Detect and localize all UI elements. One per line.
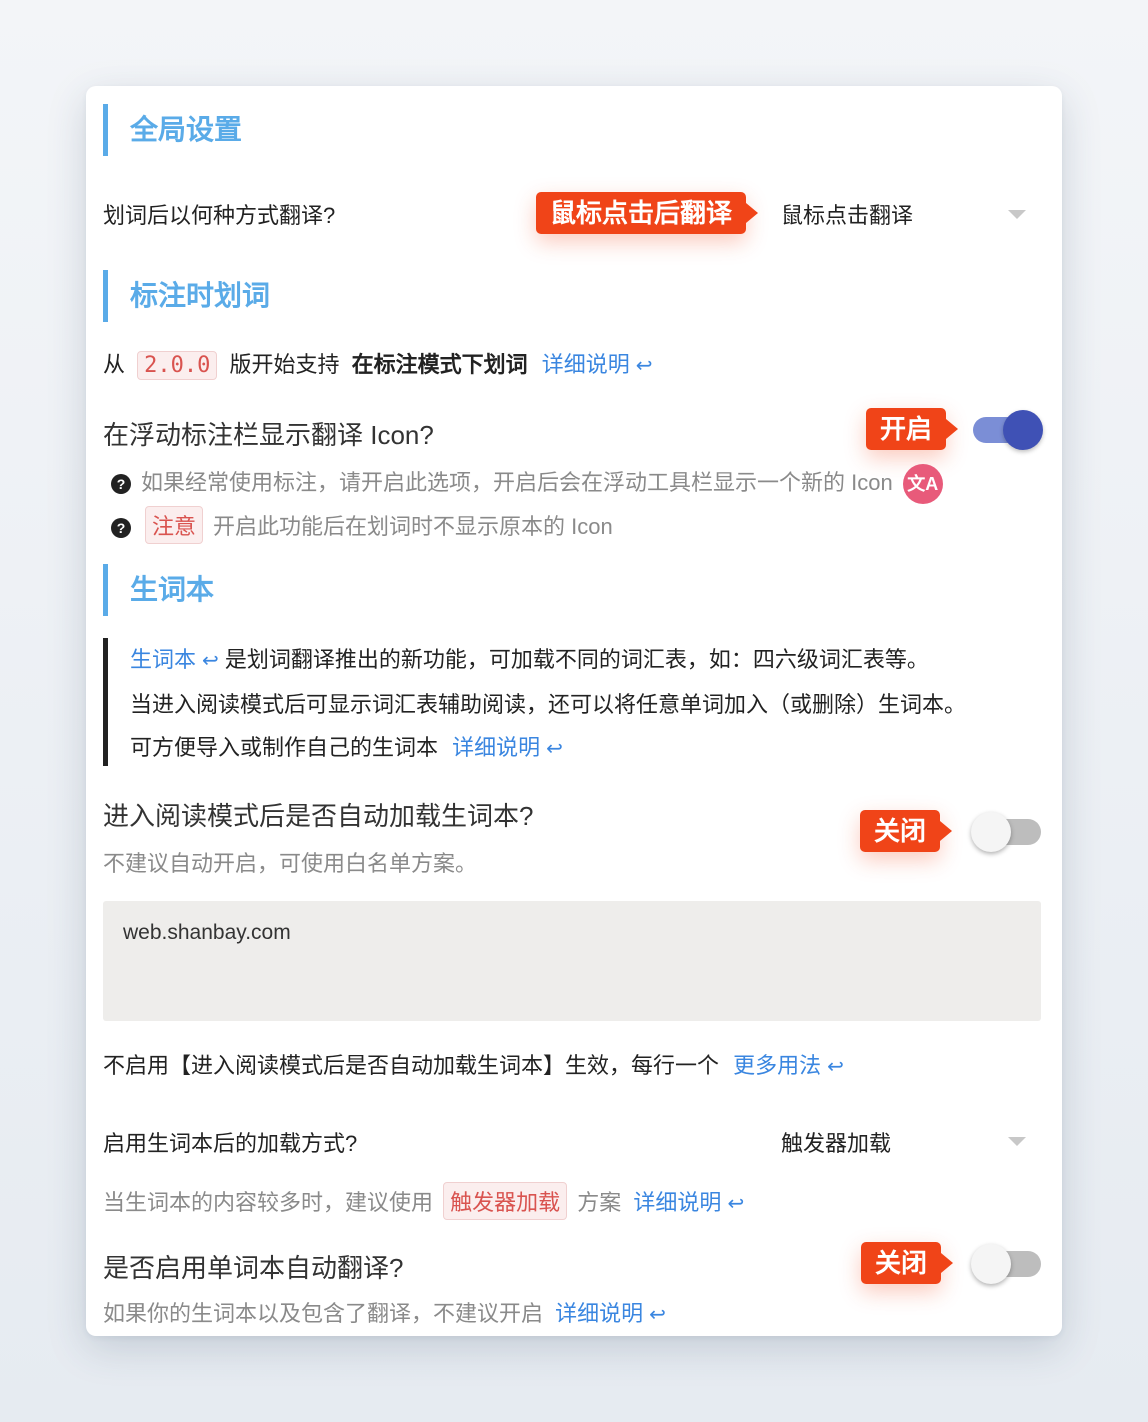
show-icon-toggle[interactable] [973,410,1043,450]
show-icon-question: 在浮动标注栏显示翻译 Icon? [103,420,434,450]
whitelist-textarea[interactable]: web.shanbay.com [103,901,1041,1021]
translate-mode-label: 划词后以何种方式翻译? [103,203,336,228]
show-icon-hint1-text: 如果经常使用标注，请开启此选项，开启后会在浮动工具栏显示一个新的 Icon [141,469,893,495]
annotate-intro-bold: 在标注模式下划词 [351,352,528,377]
autoload-question: 进入阅读模式后是否自动加载生词本? [103,801,534,831]
autotrans-callout: 关闭 [861,1242,954,1284]
show-icon-hint1: ? 如果经常使用标注，请开启此选项，开启后会在浮动工具栏显示一个新的 Icon 文A [111,464,943,504]
autotrans-hint: 如果你的生词本以及包含了翻译，不建议开启 详细说明 ↩ [103,1296,666,1328]
return-icon: ↩ [727,1193,745,1215]
whitelist-note-text: 不启用【进入阅读模式后是否自动加载生词本】生效，每行一个 [103,1053,720,1078]
vocab-book-link[interactable]: 生词本 [130,647,196,672]
return-icon: ↩ [635,355,653,377]
translate-icon: 文A [902,464,943,504]
vocab-detail-link[interactable]: 详细说明 [452,735,540,760]
show-icon-hint2: ? 注意 开启此功能后在划词时不显示原本的 Icon [111,506,613,544]
question-icon: ? [111,518,131,539]
show-icon-hint2-text: 开启此功能后在划词时不显示原本的 Icon [213,514,613,539]
vocab-quote: 生词本 ↩ 是划词翻译推出的新功能，可加载不同的词汇表，如：四六级词汇表等。 当进… [103,638,1060,766]
more-usage-link[interactable]: 更多用法 [733,1053,821,1078]
load-mode-detail-link[interactable]: 详细说明 [633,1190,721,1215]
load-mode-hint: 当生词本的内容较多时，建议使用 触发器加载 方案 详细说明 ↩ [103,1182,744,1220]
quote-line-1: 生词本 ↩ 是划词翻译推出的新功能，可加载不同的词汇表，如：四六级词汇表等。 [130,638,1060,683]
question-icon: ? [111,474,131,494]
return-icon: ↩ [202,650,219,672]
quote-line-3-text: 可方便导入或制作自己的生词本 [130,735,439,760]
load-mode-label: 启用生词本后的加载方式? [103,1131,358,1156]
annotate-intro-prefix: 从 [103,352,126,377]
settings-card: 全局设置 划词后以何种方式翻译? 鼠标点击后翻译 鼠标点击翻译 标注时划词 从 … [86,86,1062,1336]
toggle-knob [1003,410,1043,450]
whitelist-note: 不启用【进入阅读模式后是否自动加载生词本】生效，每行一个 更多用法 ↩ [103,1048,844,1080]
toggle-knob [971,812,1011,852]
translate-mode-select[interactable]: 鼠标点击翻译 [781,198,1031,228]
show-icon-callout: 开启 [866,408,959,450]
load-mode-select[interactable]: 触发器加载 [781,1126,1031,1156]
quote-line-1-text: 是划词翻译推出的新功能，可加载不同的词汇表，如：四六级词汇表等。 [224,647,929,672]
trigger-load-tag: 触发器加载 [443,1182,568,1220]
autotrans-question: 是否启用单词本自动翻译? [103,1253,404,1283]
toggle-knob [971,1244,1011,1284]
quote-line-2: 当进入阅读模式后可显示词汇表辅助阅读，还可以将任意单词加入（或删除）生词本。 [130,692,967,717]
annotate-detail-link[interactable]: 详细说明 [542,352,630,377]
autoload-hint: 不建议自动开启，可使用白名单方案。 [103,851,478,876]
load-mode-select-value: 触发器加载 [781,1131,892,1156]
autoload-callout: 关闭 [860,810,953,852]
autotrans-toggle[interactable] [971,1244,1041,1284]
version-code: 2.0.0 [137,351,218,380]
translate-mode-select-value: 鼠标点击翻译 [781,203,914,228]
notice-tag: 注意 [145,506,204,544]
return-icon: ↩ [546,738,563,760]
section-title-vocab: 生词本 [103,564,214,616]
autoload-toggle[interactable] [971,812,1041,852]
annotate-intro-mid: 版开始支持 [229,352,340,377]
load-mode-hint-suffix: 方案 [577,1190,622,1215]
autotrans-hint-text: 如果你的生词本以及包含了翻译，不建议开启 [103,1301,544,1326]
translate-mode-dropdown-icon[interactable] [1008,210,1026,219]
load-mode-dropdown-icon[interactable] [1008,1137,1026,1146]
section-title-annotate: 标注时划词 [103,270,270,322]
section-title-global: 全局设置 [103,104,242,156]
autotrans-detail-link[interactable]: 详细说明 [555,1301,643,1326]
return-icon: ↩ [827,1056,844,1078]
quote-line-3: 可方便导入或制作自己的生词本 详细说明 ↩ [130,726,1060,771]
translate-mode-callout: 鼠标点击后翻译 [536,192,759,234]
return-icon: ↩ [649,1304,666,1326]
load-mode-hint-prefix: 当生词本的内容较多时，建议使用 [103,1190,434,1215]
annotate-intro: 从 2.0.0 版开始支持 在标注模式下划词 详细说明 ↩ [103,347,653,380]
